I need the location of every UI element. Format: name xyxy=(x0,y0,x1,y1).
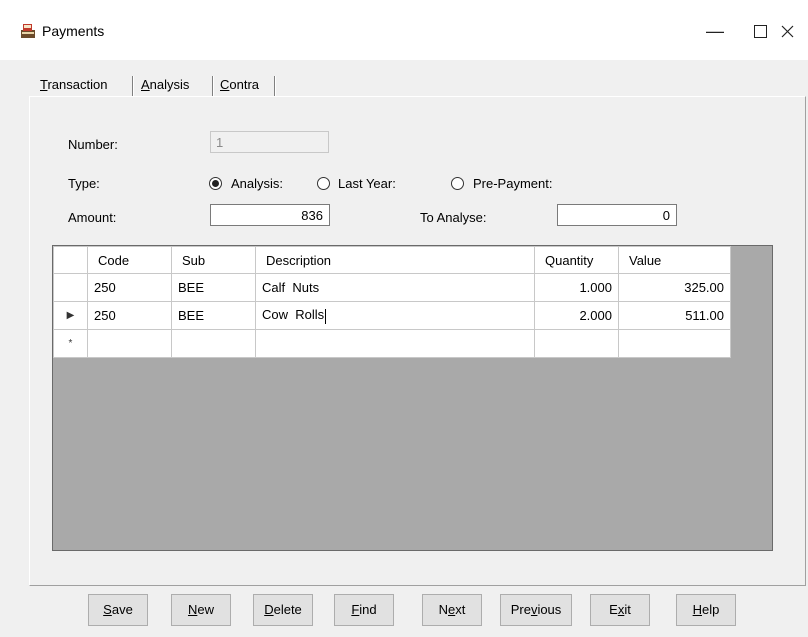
close-icon xyxy=(781,25,793,37)
tab-separator xyxy=(212,76,214,96)
window-title: Payments xyxy=(42,23,105,39)
tab-separator xyxy=(274,76,276,96)
cell-description[interactable] xyxy=(255,329,535,358)
analysis-grid[interactable]: Code Sub Description Quantity Value 250 … xyxy=(52,245,773,551)
exit-button[interactable]: Exit xyxy=(590,594,650,626)
type-last-year-radio[interactable] xyxy=(317,177,330,190)
close-button[interactable] xyxy=(772,18,802,44)
cell-description-editing[interactable]: Cow Rolls xyxy=(255,301,535,330)
current-row-arrow-icon[interactable]: ▶ xyxy=(53,301,88,330)
previous-button[interactable]: Previous xyxy=(500,594,572,626)
cell-sub[interactable]: BEE xyxy=(171,301,256,330)
type-label: Type: xyxy=(68,176,100,191)
help-button[interactable]: Help xyxy=(676,594,736,626)
save-button[interactable]: Save xyxy=(88,594,148,626)
cell-description[interactable]: Calf Nuts xyxy=(255,273,535,302)
cell-value[interactable] xyxy=(618,329,731,358)
type-pre-payment-radio[interactable] xyxy=(451,177,464,190)
number-label: Number: xyxy=(68,137,118,152)
maximize-icon xyxy=(753,24,767,38)
number-field: 1 xyxy=(210,131,329,153)
minimize-button[interactable]: — xyxy=(700,18,730,44)
cell-sub[interactable] xyxy=(171,329,256,358)
table-row[interactable]: ▶ 250 BEE Cow Rolls 2.000 511.00 xyxy=(53,301,731,330)
analysis-table: Code Sub Description Quantity Value 250 … xyxy=(53,246,731,358)
type-analysis-label[interactable]: Analysis: xyxy=(231,176,283,191)
new-row-asterisk-icon[interactable]: * xyxy=(53,329,88,358)
cell-code[interactable]: 250 xyxy=(87,273,172,302)
row-selector[interactable] xyxy=(53,273,88,302)
row-header-corner xyxy=(53,246,88,274)
cell-quantity[interactable] xyxy=(534,329,619,358)
type-pre-payment-label[interactable]: Pre-Payment: xyxy=(473,176,552,191)
delete-button[interactable]: Delete xyxy=(253,594,313,626)
cell-code[interactable]: 250 xyxy=(87,301,172,330)
type-analysis-radio[interactable] xyxy=(209,177,222,190)
column-header-quantity[interactable]: Quantity xyxy=(534,246,619,274)
amount-label: Amount: xyxy=(68,210,117,225)
tab-analysis[interactable]: Analysis xyxy=(141,74,189,96)
tab-transaction[interactable]: Transaction xyxy=(40,74,107,96)
cell-sub[interactable]: BEE xyxy=(171,273,256,302)
cell-code[interactable] xyxy=(87,329,172,358)
cell-quantity[interactable]: 2.000 xyxy=(534,301,619,330)
minimize-icon: — xyxy=(706,20,724,41)
to-analyse-field[interactable]: 0 xyxy=(557,204,677,226)
table-header-row: Code Sub Description Quantity Value xyxy=(53,246,731,274)
type-last-year-label[interactable]: Last Year: xyxy=(338,176,396,191)
column-header-sub[interactable]: Sub xyxy=(171,246,256,274)
to-analyse-label: To Analyse: xyxy=(420,210,487,225)
column-header-value[interactable]: Value xyxy=(618,246,731,274)
next-button[interactable]: Next xyxy=(422,594,482,626)
text-caret xyxy=(325,308,327,324)
maximize-button[interactable] xyxy=(745,18,775,44)
tab-contra[interactable]: Contra xyxy=(220,74,259,96)
cash-register-icon xyxy=(21,24,35,38)
table-row[interactable]: 250 BEE Calf Nuts 1.000 325.00 xyxy=(53,273,731,302)
title-bar: Payments — xyxy=(0,0,808,60)
find-button[interactable]: Find xyxy=(334,594,394,626)
table-row-new[interactable]: * xyxy=(53,329,731,358)
cell-value[interactable]: 511.00 xyxy=(618,301,731,330)
amount-field[interactable]: 836 xyxy=(210,204,330,226)
column-header-code[interactable]: Code xyxy=(87,246,172,274)
new-button[interactable]: New xyxy=(171,594,231,626)
cell-quantity[interactable]: 1.000 xyxy=(534,273,619,302)
tab-separator xyxy=(132,76,134,96)
column-header-description[interactable]: Description xyxy=(255,246,535,274)
cell-value[interactable]: 325.00 xyxy=(618,273,731,302)
